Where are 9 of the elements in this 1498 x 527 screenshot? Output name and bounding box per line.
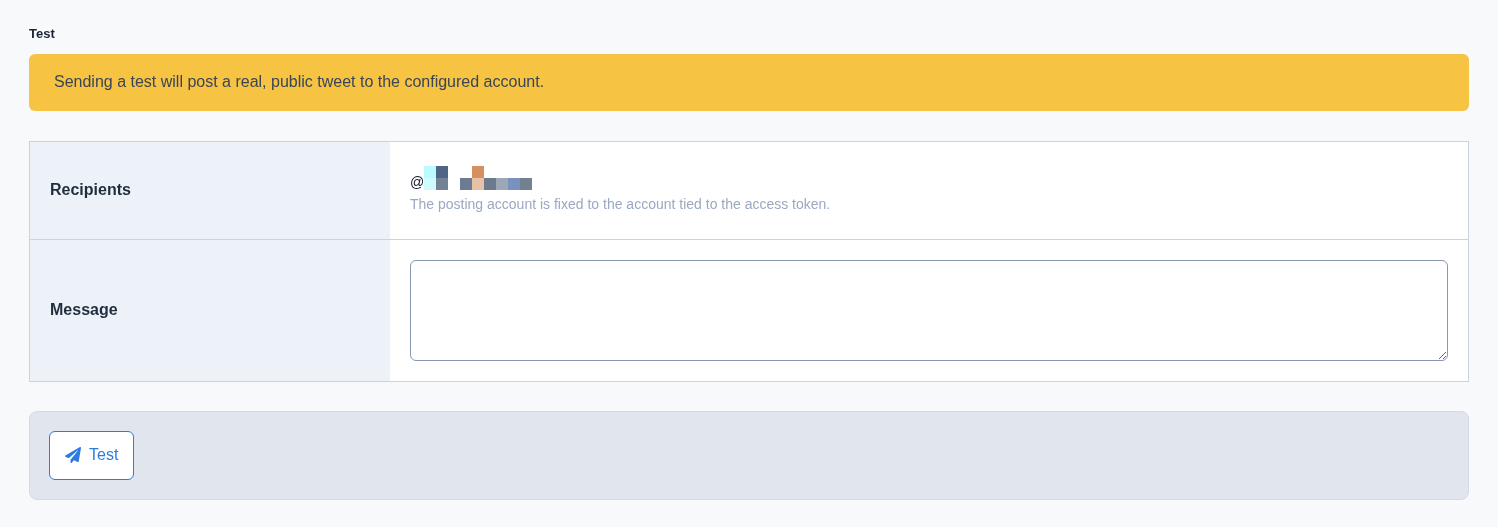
field-label: Message: [50, 300, 118, 320]
alert-text: Sending a test will post a real, public tweet to the configured account.: [54, 72, 545, 92]
test-button[interactable]: Test: [49, 430, 135, 480]
send-icon: [65, 447, 81, 463]
message-field[interactable]: [410, 259, 1448, 361]
help-text: The posting account is fixed to the account tied to the access token.: [410, 194, 832, 214]
section-heading: Test: [29, 25, 56, 43]
field-label: Recipients: [50, 180, 131, 200]
account-handle: @: [410, 174, 425, 189]
